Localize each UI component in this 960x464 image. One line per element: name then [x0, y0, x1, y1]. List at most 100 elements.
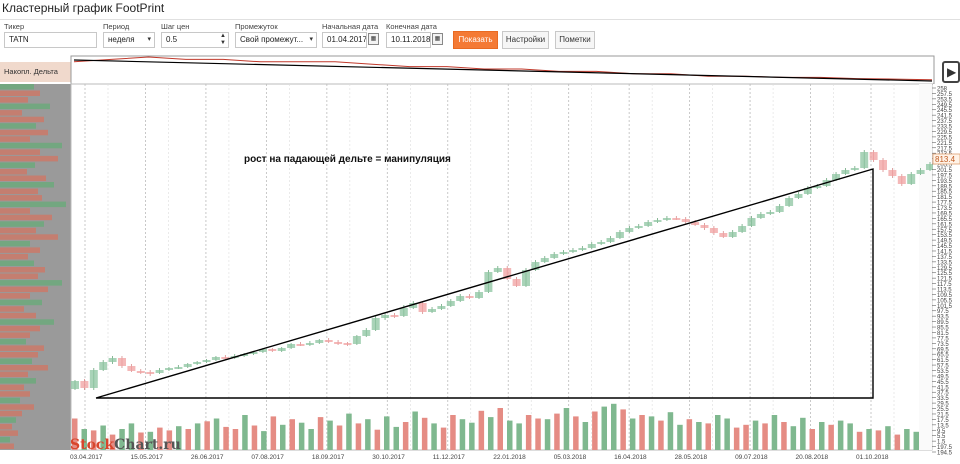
profile-bar [0, 332, 30, 338]
volume-bar [336, 425, 343, 450]
volume-bar [828, 424, 834, 450]
profile-bar [0, 195, 42, 201]
candle-body [897, 176, 906, 184]
volume-bar [232, 429, 239, 450]
volume-bar [450, 415, 456, 450]
profile-bar [0, 365, 48, 371]
profile-bar [0, 397, 20, 404]
profile-bar [0, 188, 38, 195]
date-tick-label: 22.01.2018 [493, 454, 526, 461]
candle-body [625, 228, 634, 232]
candle-body [305, 343, 314, 345]
candle-body [888, 170, 897, 176]
candle-body [756, 214, 765, 218]
volume-bar [894, 434, 901, 450]
date-tick-label: 30.10.2017 [372, 454, 405, 461]
profile-bar [0, 247, 40, 253]
candle-body [662, 218, 671, 220]
profile-bar [0, 234, 58, 240]
profile-bar [0, 404, 34, 410]
volume-bar [752, 420, 759, 450]
candle-body [99, 362, 108, 370]
date-tick-label: 20.08.2018 [796, 454, 829, 461]
volume-bar [762, 423, 768, 450]
volume-bar [459, 419, 466, 450]
volume-bar [611, 403, 617, 450]
candle-body [615, 232, 624, 238]
candle-body [728, 232, 737, 237]
volume-bar [573, 416, 579, 450]
volume-bar [298, 422, 305, 450]
volume-bar [242, 415, 248, 450]
candle-body [371, 318, 380, 330]
profile-bar [0, 391, 30, 397]
plot-frame [70, 83, 933, 451]
volume-bar [904, 429, 910, 450]
candle-body [465, 296, 474, 298]
profile-bar [0, 129, 48, 136]
volume-bar [327, 420, 333, 450]
volume-bar [601, 406, 607, 450]
volume-bar [317, 417, 324, 450]
profile-bar [0, 208, 30, 214]
volume-bar [374, 429, 381, 450]
volume-bar [308, 429, 314, 450]
candle-body [456, 296, 465, 301]
profile-bar [0, 378, 36, 384]
volume-bar [393, 426, 399, 450]
candle-body [193, 362, 202, 364]
candle-body [146, 372, 155, 374]
volume-bar [686, 419, 693, 450]
candle-body [89, 370, 98, 388]
candle-body [926, 164, 934, 170]
profile-bar [0, 352, 38, 358]
candle-body [785, 198, 794, 206]
candle-body [719, 233, 728, 237]
volume-bar [809, 429, 815, 450]
volume-bar [525, 415, 532, 450]
candle-body [587, 244, 596, 248]
candle-body [550, 254, 559, 258]
candle-body [700, 225, 709, 228]
candle-body [747, 218, 756, 226]
volume-bar [535, 418, 541, 450]
profile-bar [0, 221, 44, 227]
volume-bar [544, 419, 551, 450]
profile-bar [0, 325, 40, 332]
date-tick-label: 05.03.2018 [554, 454, 587, 461]
profile-bar [0, 273, 38, 279]
candle-body [794, 194, 803, 198]
candle-body [681, 219, 690, 222]
candle-body [381, 315, 390, 318]
profile-bar [0, 169, 27, 175]
volume-bar [705, 423, 711, 450]
candle-body [315, 340, 324, 343]
profile-bar [0, 319, 54, 325]
candle-body [653, 220, 662, 222]
candle-body [118, 358, 126, 366]
current-price-label: 813.4 [935, 155, 956, 164]
volume-bar [648, 416, 655, 450]
candle-body [916, 170, 925, 174]
volume-bar [790, 426, 797, 450]
delta-panel [70, 55, 935, 85]
volume-bar [875, 430, 882, 450]
candle-body [165, 368, 173, 370]
date-tick-label: 15.05.2017 [130, 454, 163, 461]
volume-bar [213, 418, 220, 450]
candle-body [860, 152, 869, 168]
price-tick-label: 194.5 [937, 451, 953, 457]
candle-body [287, 344, 296, 348]
volume-bar [563, 408, 570, 450]
volume-bar [724, 418, 730, 450]
volume-bar [847, 423, 853, 450]
volume-bar [771, 415, 778, 450]
watermark-part1: Stock [70, 437, 115, 453]
profile-bar [0, 293, 30, 299]
candle-body [418, 303, 427, 312]
candle-body [399, 308, 408, 316]
profile-bar [0, 338, 26, 345]
profile-bar [0, 417, 16, 423]
candle-body [277, 348, 286, 351]
date-tick-label: 09.07.2018 [735, 454, 768, 461]
